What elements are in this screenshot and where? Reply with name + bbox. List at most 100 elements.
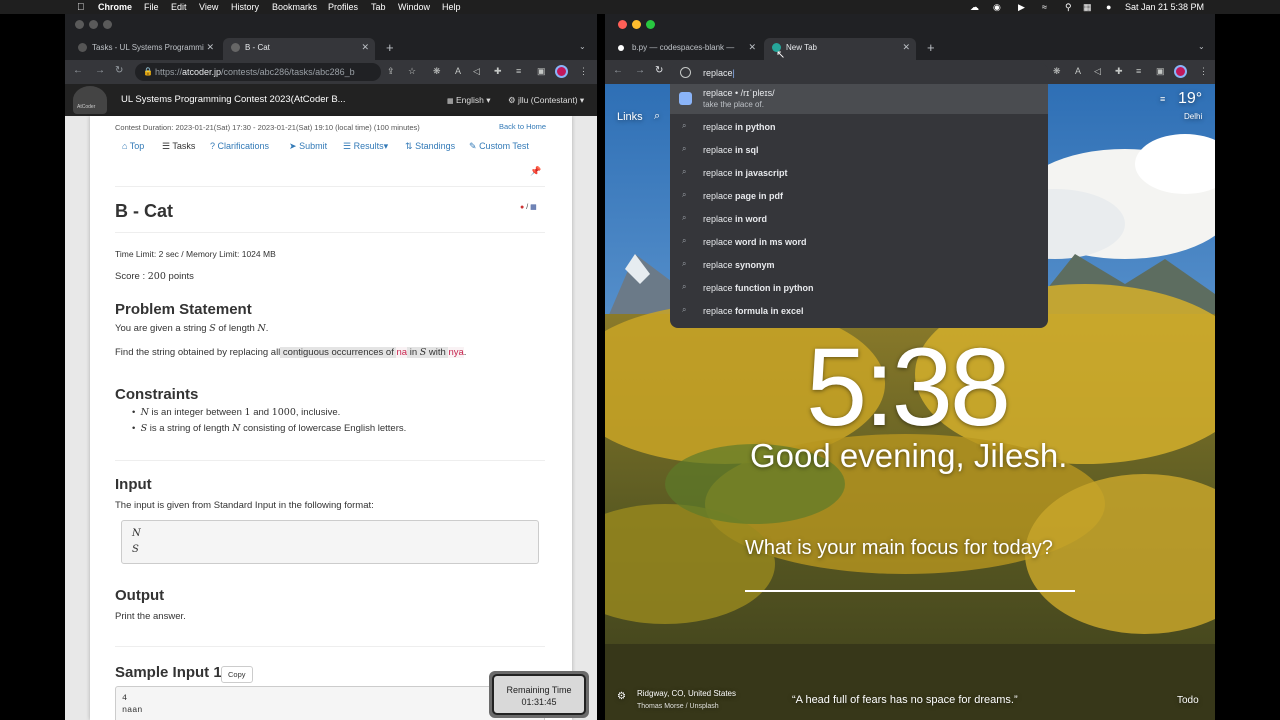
menu-history[interactable]: History [231,2,259,12]
photo-credit[interactable]: Thomas Morse / Unsplash [637,703,719,710]
suggestion-row[interactable]: ⌕ replace in javascript [670,164,1048,184]
extension-icon[interactable]: ❋ [1053,66,1061,77]
minimize-window-button[interactable] [89,20,98,29]
address-bar[interactable]: 🔒 https://atcoder.jp/contests/abc286/tas… [135,63,381,81]
omnibox-input[interactable]: replace| [703,68,735,78]
suggestion-row[interactable]: ⌕ replace in sql [670,141,1048,161]
reading-list-icon[interactable]: ≡ [1136,66,1141,76]
menu-tab[interactable]: Tab [371,2,386,12]
menu-window[interactable]: Window [398,2,430,12]
menu-view[interactable]: View [199,2,218,12]
suggestion-row[interactable]: ⌕ replace word in ms word [670,233,1048,253]
search-icon[interactable]: ⚲ [1065,2,1072,13]
reading-list-icon[interactable]: ≡ [516,66,521,76]
minimize-window-button[interactable] [632,20,641,29]
nav-top[interactable]: ⌂ Top [122,141,144,151]
nav-custom-test[interactable]: ✎ Custom Test [469,141,529,152]
menu-clock[interactable]: Sat Jan 21 5:38 PM [1125,2,1204,12]
nav-submit[interactable]: ➤ Submit [289,141,327,152]
close-icon[interactable]: ✕ [902,42,910,53]
mute-tab-icon[interactable]: ◁ [473,66,480,77]
suggestion-row-dictionary[interactable]: replace • /rɪˈpleɪs/ take the place of. [670,84,1048,114]
tab-b-cat[interactable]: B - Cat ✕ [223,38,375,60]
wifi-icon[interactable]: ≈ [1042,2,1047,12]
mute-tab-icon[interactable]: ◁ [1094,66,1101,77]
chrome-menu-icon[interactable]: ⋮ [1199,66,1208,77]
nav-standings[interactable]: ⇅ Standings [405,141,455,152]
profile-avatar[interactable] [1174,65,1187,78]
menu-help[interactable]: Help [442,2,461,12]
close-window-button[interactable] [618,20,627,29]
zoom-window-button[interactable] [646,20,655,29]
font-extension-icon[interactable]: A [455,66,461,76]
language-switcher[interactable]: ▦ English ▾ [447,95,491,106]
copy-button[interactable]: Copy [221,666,253,683]
links-button[interactable]: Links [617,111,643,123]
tab-search-icon[interactable]: ⌄ [1198,42,1205,51]
nav-tasks[interactable]: ☰ Tasks [162,141,195,152]
back-icon[interactable]: ← [613,65,623,76]
atcoder-header: AtCoder UL Systems Programming Contest 2… [65,84,597,116]
suggestion-row[interactable]: ⌕ replace in python [670,118,1048,138]
profile-avatar[interactable] [555,65,568,78]
close-window-button[interactable] [75,20,84,29]
focus-input[interactable] [745,590,1075,592]
atcoder-logo[interactable]: AtCoder [73,86,107,114]
menu-bookmarks[interactable]: Bookmarks [272,2,317,12]
menu-app-name[interactable]: Chrome [98,2,132,12]
tab-search-icon[interactable]: ⌄ [579,42,586,51]
score-unit: points [165,271,194,282]
todo-button[interactable]: Todo [1177,695,1199,706]
close-icon[interactable]: ✕ [361,42,369,53]
new-tab-button[interactable]: + [927,40,935,55]
tab-codespaces[interactable]: b.py — codespaces-blank — ✕ [610,38,762,60]
reload-icon[interactable]: ↻ [655,65,663,76]
suggestion-row[interactable]: ⌕ replace function in python [670,279,1048,299]
zoom-window-button[interactable] [103,20,112,29]
pin-icon[interactable]: 📌 [530,166,541,177]
side-panel-icon[interactable]: ▣ [537,66,546,77]
tab-new-tab[interactable]: New Tab ✕ [764,38,916,60]
suggestion-row[interactable]: ⌕ replace formula in excel [670,302,1048,322]
status-icon-cloud[interactable]: ☁ [970,2,979,13]
new-tab-button[interactable]: + [386,40,394,55]
nav-results[interactable]: ☰ Results▾ [343,141,388,152]
suggestion-row[interactable]: ⌕ replace synonym [670,256,1048,276]
menu-file[interactable]: File [144,2,159,12]
lang-toggle[interactable]: ● / ▦ [520,203,537,211]
font-extension-icon[interactable]: A [1075,66,1081,76]
menu-edit[interactable]: Edit [171,2,187,12]
user-menu[interactable]: ⚙ jllu (Contestant) ▾ [508,95,584,106]
forward-icon[interactable]: → [635,65,645,76]
weather-city: Delhi [1184,112,1203,121]
forward-icon[interactable]: → [95,65,105,76]
siri-icon[interactable]: ● [1106,2,1111,12]
close-icon[interactable]: ✕ [748,42,756,53]
settings-gear-icon[interactable]: ⚙ [617,691,626,702]
suggestion-row[interactable]: ⌕ replace page in pdf [670,187,1048,207]
control-center-icon[interactable]: ▦ [1083,2,1092,13]
search-icon[interactable]: ⌕ [654,110,660,123]
share-icon[interactable]: ⇪ [387,66,395,77]
back-icon[interactable]: ← [73,65,83,76]
nav-clarifications[interactable]: ? Clarifications [210,141,269,151]
contest-title[interactable]: UL Systems Programming Contest 2023(AtCo… [121,94,346,105]
reload-icon[interactable]: ↻ [115,65,123,76]
apple-icon[interactable]:  [77,2,85,13]
back-to-home-link[interactable]: Back to Home [499,122,546,131]
extension-icon[interactable]: ❋ [433,66,441,77]
chrome-menu-icon[interactable]: ⋮ [579,66,588,77]
menu-profiles[interactable]: Profiles [328,2,358,12]
side-panel-icon[interactable]: ▣ [1156,66,1165,77]
extensions-puzzle-icon[interactable]: ✚ [494,66,502,77]
suggestion-row[interactable]: ⌕ replace in word [670,210,1048,230]
omnibox-focused[interactable]: replace| [670,63,1048,84]
status-icon-play[interactable]: ▶ [1018,2,1025,13]
status-icon-record[interactable]: ◉ [993,2,1001,13]
tab-tasks[interactable]: Tasks - UL Systems Programmi ✕ [70,38,220,60]
bookmark-star-icon[interactable]: ☆ [408,66,416,77]
extensions-puzzle-icon[interactable]: ✚ [1115,66,1123,77]
temperature[interactable]: 19° [1178,90,1202,108]
photo-location[interactable]: Ridgway, CO, United States [637,689,736,698]
close-icon[interactable]: ✕ [206,42,214,53]
